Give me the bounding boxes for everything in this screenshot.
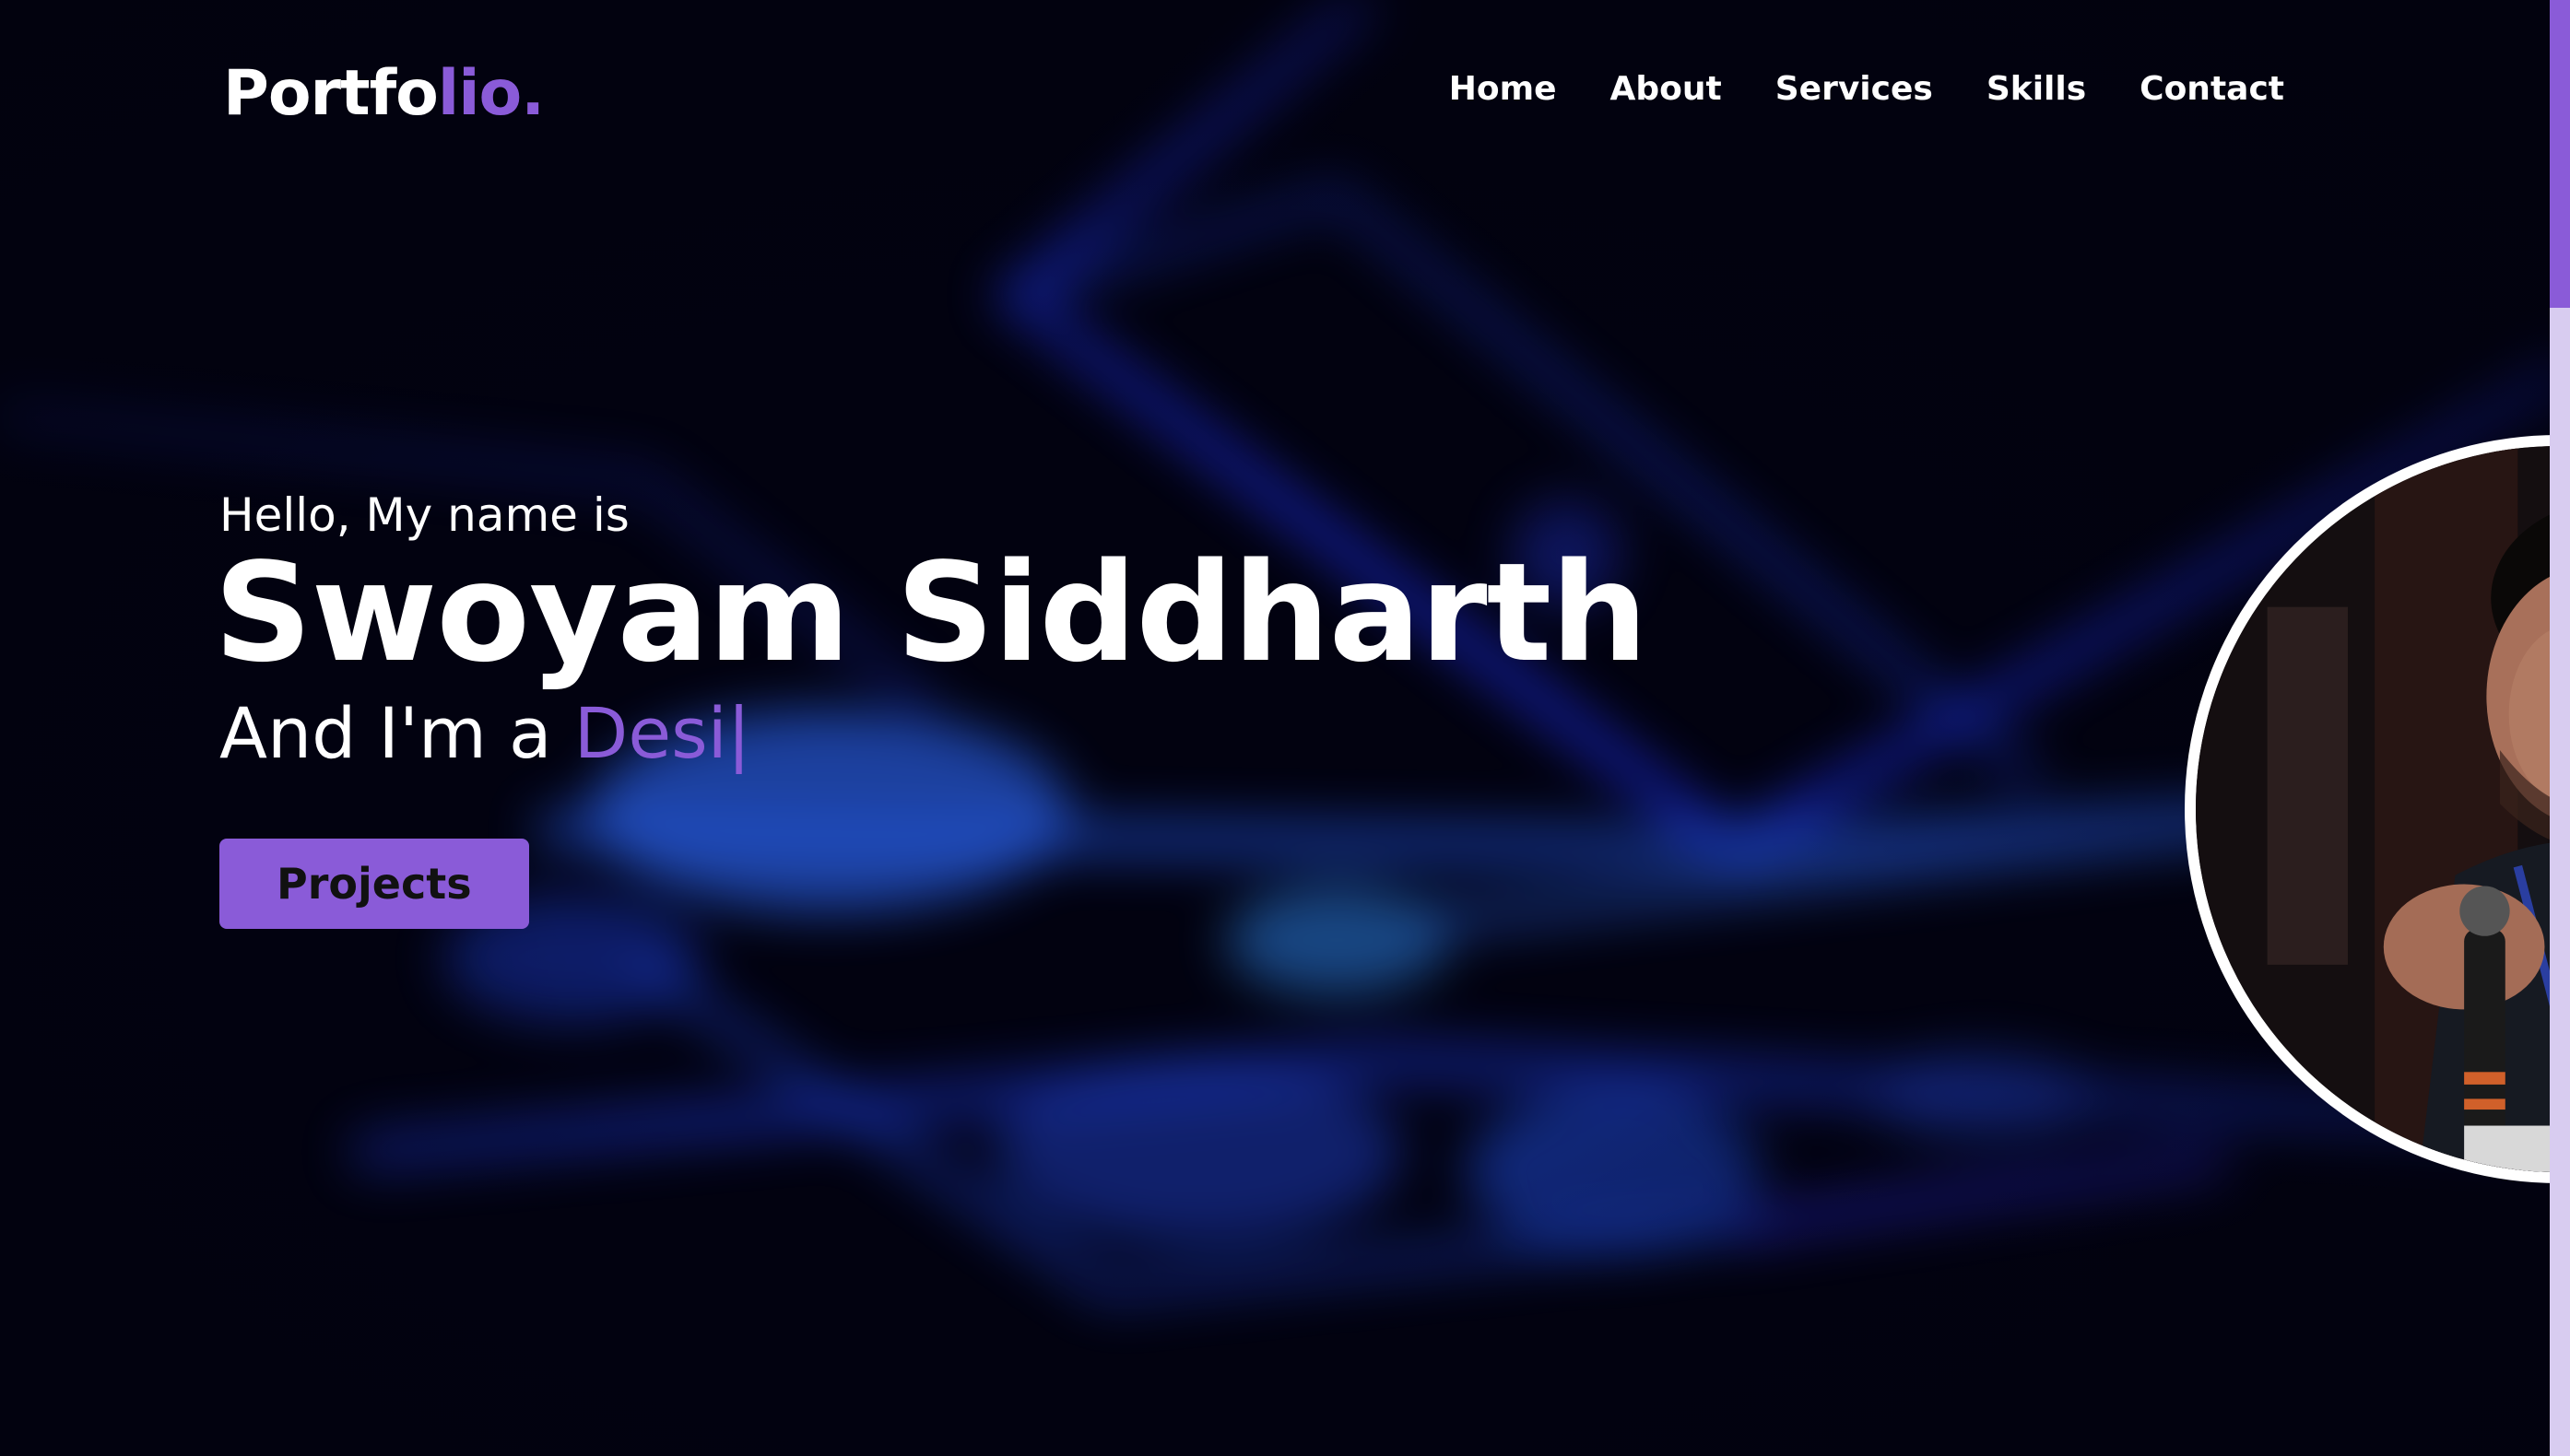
- typing-cursor: |: [726, 692, 751, 775]
- nav-skills[interactable]: Skills: [1986, 70, 2086, 108]
- page-scrollbar[interactable]: [2550, 0, 2570, 1456]
- scrollbar-thumb[interactable]: [2550, 0, 2570, 308]
- projects-button[interactable]: Projects: [219, 839, 529, 930]
- logo-accent-text: lio.: [437, 57, 545, 130]
- main-nav: Home About Services Skills Contact: [1449, 70, 2284, 108]
- nav-contact[interactable]: Contact: [2140, 70, 2284, 108]
- hero-role: And I'm a Desi|: [219, 692, 1647, 774]
- nav-home[interactable]: Home: [1449, 70, 1557, 108]
- hero-section: Hello, My name is Swoyam Siddharth And I…: [214, 488, 1648, 930]
- site-logo[interactable]: Portfolio.: [223, 57, 545, 130]
- nav-services[interactable]: Services: [1775, 70, 1933, 108]
- role-typed-text: Desi: [573, 692, 727, 775]
- nav-about[interactable]: About: [1610, 70, 1722, 108]
- logo-text: Portfo: [223, 57, 439, 130]
- hero-name: Swoyam Siddharth: [214, 534, 1648, 692]
- page: Portfolio. Home About Services Skills Co…: [0, 0, 2570, 1456]
- role-prefix: And I'm a: [219, 692, 574, 775]
